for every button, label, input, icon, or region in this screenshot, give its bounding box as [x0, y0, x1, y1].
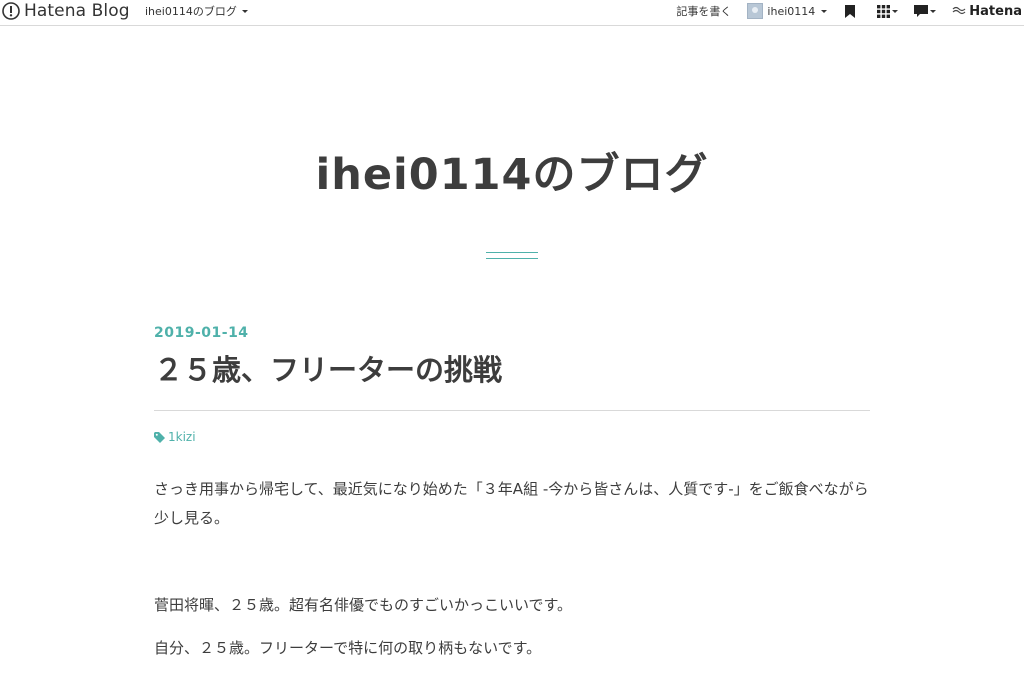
hatena-wave-icon	[952, 6, 966, 15]
bookmark-icon	[845, 4, 856, 18]
entry-title[interactable]: ２５歳、フリーターの挑戦	[154, 350, 870, 394]
entry-article: 2019-01-14 ２５歳、フリーターの挑戦 1kizi さっき用事から帰宅し…	[154, 322, 870, 677]
entry-paragraph: さっき用事から帰宅して、最近気になり始めた「３年A組 -今から皆さんは、人質です…	[154, 480, 869, 527]
hatena-link[interactable]: Hatena	[952, 4, 1022, 19]
entry-date[interactable]: 2019-01-14	[154, 322, 870, 344]
entry-paragraph: 自分、２５歳。フリーターで特に何の取り柄もないです。	[154, 639, 542, 657]
hatena-logo-icon	[2, 2, 20, 20]
notification-button[interactable]	[914, 0, 937, 22]
entry-categories: 1kizi	[154, 428, 870, 446]
category-link[interactable]: 1kizi	[168, 430, 196, 444]
chevron-down-icon	[892, 9, 899, 13]
bookmark-button[interactable]	[845, 0, 856, 22]
entry-header-divider	[154, 410, 870, 411]
global-header: Hatena Blog ihei0114のブログ 記事を書く ihei0114	[0, 0, 1024, 26]
apps-menu-button[interactable]	[877, 0, 899, 22]
write-entry-link[interactable]: 記事を書く	[676, 3, 731, 19]
blog-selector[interactable]: ihei0114のブログ	[145, 3, 248, 19]
hatena-blog-logo[interactable]: Hatena Blog	[2, 0, 130, 22]
hatena-label: Hatena	[969, 3, 1022, 19]
blog-title[interactable]: ihei0114のブログ	[316, 150, 709, 200]
header-right-menu: 記事を書く ihei0114 Hatena	[676, 0, 1024, 22]
entry-paragraph: 菅田将暉、２５歳。超有名俳優でものすごいかっこいいです。	[154, 596, 573, 614]
title-decoration-divider	[486, 252, 538, 259]
apps-grid-icon	[877, 4, 891, 18]
logo-text: Hatena Blog	[24, 1, 130, 21]
notification-icon	[914, 4, 929, 17]
chevron-down-icon	[241, 9, 248, 13]
blog-title-area: ihei0114のブログ	[0, 140, 1024, 202]
blog-selector-label: ihei0114のブログ	[145, 5, 237, 18]
avatar	[747, 3, 764, 19]
user-name: ihei0114	[767, 4, 816, 18]
chevron-down-icon	[821, 9, 828, 13]
chevron-down-icon	[930, 9, 937, 13]
entry-content: さっき用事から帰宅して、最近気になり始めた「３年A組 -今から皆さんは、人質です…	[154, 475, 870, 663]
tag-icon	[154, 431, 165, 443]
user-menu[interactable]: ihei0114	[747, 3, 828, 19]
